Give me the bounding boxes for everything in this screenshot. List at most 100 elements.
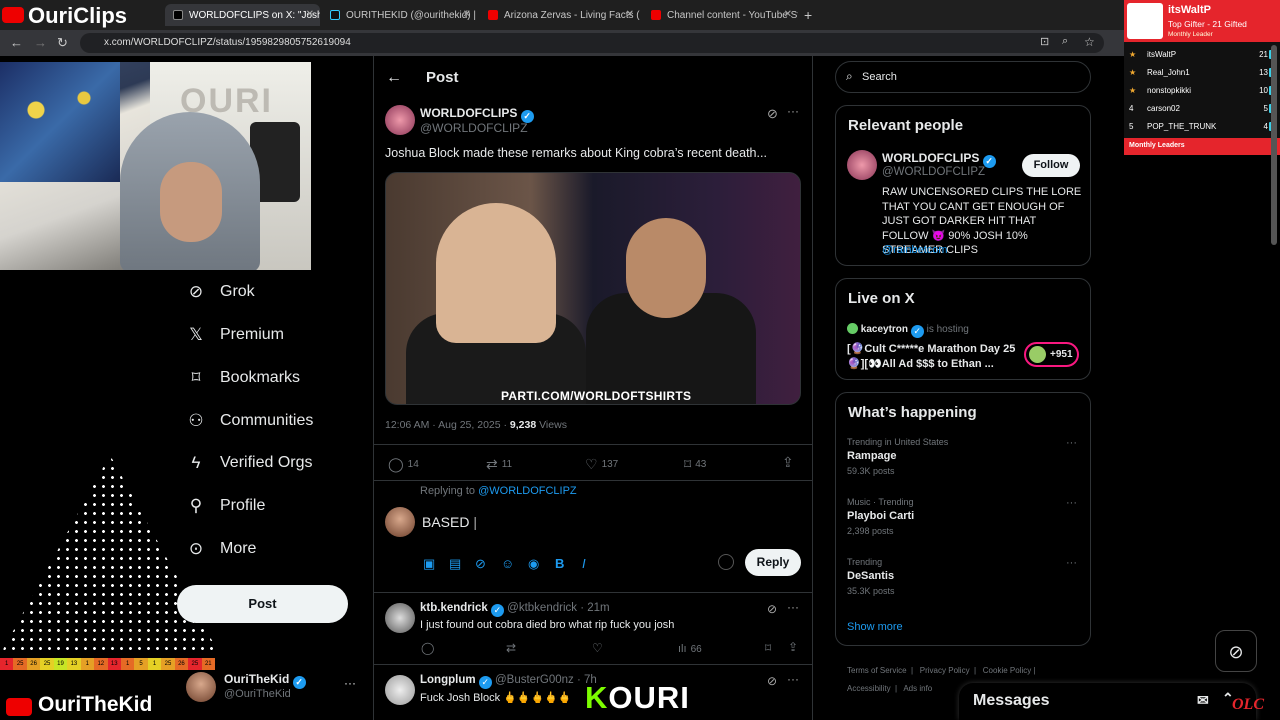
- bold-icon[interactable]: B: [555, 556, 564, 571]
- reply-icon[interactable]: ◯: [421, 641, 434, 655]
- show-more-link[interactable]: Show more: [847, 621, 903, 633]
- more-dots-icon[interactable]: ···: [1066, 557, 1077, 569]
- reply-input[interactable]: BASED |: [422, 514, 722, 530]
- nav-item-grok[interactable]: ⊘ Grok: [186, 277, 255, 307]
- avatar[interactable]: [847, 150, 877, 180]
- person-handle: @WORLDOFCLIPZ: [882, 166, 986, 178]
- color-bar-cell: 1: [147, 658, 162, 670]
- stream-logo-bottom: OuriTheKid: [0, 690, 175, 720]
- share-icon[interactable]: ⇪: [788, 640, 798, 654]
- youtube-favicon-icon: [651, 10, 661, 20]
- post-video[interactable]: PARTI.COM/WORLDOFTSHIRTS: [385, 172, 801, 405]
- tab-youtube-video[interactable]: Arizona Zervas - Living Facts (P ✕: [480, 4, 640, 26]
- tab-worldofclips[interactable]: WORLDOFCLIPS on X: "Josh ✕: [165, 4, 320, 26]
- more-dots-icon[interactable]: ···: [344, 676, 356, 690]
- zoom-icon[interactable]: ⌕: [1062, 35, 1068, 48]
- grok-icon[interactable]: ⊘: [767, 674, 777, 688]
- nav-item-label: Premium: [220, 326, 285, 343]
- author-name[interactable]: WORLDOFCLIPS: [420, 106, 517, 120]
- trend-item[interactable]: Trending DeSantis 35.3K posts ···: [847, 557, 1077, 596]
- emoji-icon[interactable]: ☺: [501, 556, 514, 571]
- author-handle[interactable]: @WORLDOFCLIPZ: [420, 121, 528, 135]
- heart-icon: ♡: [585, 456, 598, 472]
- follow-button[interactable]: Follow: [1022, 154, 1080, 177]
- gifter-leaderboard: itsWaltP Top Gifter - 21 Gifted Monthly …: [1124, 0, 1280, 155]
- grok-icon[interactable]: ⊘: [475, 556, 486, 572]
- stream-logo-top: OuriClips: [0, 0, 160, 30]
- new-tab-button[interactable]: +: [800, 4, 820, 26]
- avatar[interactable]: [385, 675, 415, 705]
- footer-link[interactable]: Cookie Policy: [983, 666, 1031, 675]
- repost-stat[interactable]: ⇄ 11: [486, 456, 512, 473]
- avatar: [385, 507, 415, 537]
- account-switcher[interactable]: OuriTheKid ✓ @OuriTheKid ···: [186, 670, 366, 706]
- close-tab-icon[interactable]: ✕: [626, 9, 634, 20]
- footer-link[interactable]: Privacy Policy: [920, 666, 970, 675]
- messages-drawer[interactable]: Messages ✉ ⌃: [959, 683, 1256, 720]
- trend-item[interactable]: Trending in United States Rampage 59.3K po…: [847, 437, 1077, 476]
- footer-link[interactable]: Ads info: [903, 684, 932, 693]
- more-dots-icon[interactable]: ···: [1066, 497, 1077, 509]
- nav-item-premium[interactable]: 𝕏 Premium: [186, 320, 284, 350]
- grok-floating-button[interactable]: ⊘: [1215, 630, 1257, 672]
- nav-item-verified-orgs[interactable]: ϟ Verified Orgs: [186, 448, 313, 478]
- more-dots-icon[interactable]: ···: [1066, 437, 1077, 449]
- url-field[interactable]: x.com/WORLDOFCLIPZ/status/19598298057526…: [80, 33, 1104, 53]
- bookmark-icon[interactable]: ⌑: [765, 641, 771, 655]
- tab-tiktok[interactable]: OURITHEKID (@ourithekid) | Ti ✕: [322, 4, 477, 26]
- nav-item-communities[interactable]: ⚇ Communities: [186, 406, 313, 436]
- grok-icon[interactable]: ⊘: [767, 106, 778, 122]
- install-icon[interactable]: ⊡: [1040, 35, 1049, 48]
- close-tab-icon[interactable]: ✕: [784, 9, 792, 20]
- webcam-feed: OURI: [0, 62, 311, 270]
- repost-icon[interactable]: ⇄: [506, 641, 516, 655]
- avatar[interactable]: [385, 603, 415, 633]
- search-input[interactable]: ⌕ Search: [835, 61, 1091, 93]
- more-dots-icon[interactable]: ···: [787, 600, 799, 614]
- compose-message-icon[interactable]: ✉: [1197, 692, 1209, 709]
- author-avatar[interactable]: [385, 105, 415, 135]
- live-title[interactable]: [🔮Cult C*****e Marathon Day 25🔮][👀All Ad…: [847, 342, 1019, 372]
- nav-item-label: Profile: [220, 497, 266, 514]
- bookmark-stat[interactable]: ⌑ 43: [684, 456, 706, 473]
- location-icon[interactable]: ◉: [528, 556, 539, 572]
- reply-header: ktb.kendrick ✓ @ktbkendrick · 21m: [420, 602, 610, 617]
- post-button[interactable]: Post: [177, 585, 348, 623]
- bookmark-icon: ⌑: [191, 368, 201, 387]
- verified-icon: ✓: [478, 676, 492, 689]
- footer-link[interactable]: Terms of Service: [847, 666, 907, 675]
- nav-item-profile[interactable]: ⚲ Profile: [186, 491, 266, 521]
- reload-icon[interactable]: ↻: [57, 35, 68, 51]
- image-icon[interactable]: ▣: [423, 556, 435, 572]
- live-host[interactable]: kaceytron ✓ is hosting: [847, 323, 969, 338]
- live-viewers-pill[interactable]: +951: [1024, 342, 1079, 367]
- more-dots-icon[interactable]: ···: [787, 104, 799, 118]
- close-tab-icon[interactable]: ✕: [306, 9, 314, 20]
- more-dots-icon[interactable]: ···: [787, 672, 799, 686]
- back-icon[interactable]: ←: [10, 35, 23, 50]
- star-icon[interactable]: ☆: [1084, 35, 1095, 49]
- gif-icon[interactable]: ▤: [449, 556, 461, 572]
- close-tab-icon[interactable]: ✕: [463, 9, 471, 20]
- share-icon[interactable]: ⇪: [782, 454, 794, 471]
- trend-item[interactable]: Music · Trending Playboi Carti 2,398 posts…: [847, 497, 1077, 536]
- reply-stat[interactable]: ◯ 14: [388, 456, 419, 473]
- tab-youtube-studio[interactable]: Channel content - YouTube Stu ✕: [643, 4, 798, 26]
- italic-icon[interactable]: I: [582, 556, 586, 571]
- x-logo-icon: 𝕏: [189, 325, 203, 344]
- reply-button[interactable]: Reply: [745, 549, 801, 576]
- grok-icon[interactable]: ⊘: [767, 602, 777, 616]
- heart-icon[interactable]: ♡: [592, 641, 603, 655]
- color-bar-cell: 1: [0, 658, 14, 670]
- nav-item-more[interactable]: ⊙ More: [186, 534, 257, 564]
- forward-icon[interactable]: →: [34, 35, 47, 50]
- back-arrow-icon[interactable]: ←: [386, 69, 402, 87]
- person-name[interactable]: WORLDOFCLIPS: [882, 151, 979, 165]
- views-stat[interactable]: ılı 66: [678, 643, 702, 655]
- like-stat[interactable]: ♡ 137: [585, 456, 618, 473]
- footer-link[interactable]: Accessibility: [847, 684, 891, 693]
- bio-link[interactable]: @rainbetcom: [882, 244, 948, 256]
- leaderboard-row: 5 POP_THE_TRUNK 4: [1124, 118, 1280, 136]
- scrollbar[interactable]: [1271, 45, 1277, 245]
- nav-item-bookmarks[interactable]: ⌑ Bookmarks: [186, 363, 300, 393]
